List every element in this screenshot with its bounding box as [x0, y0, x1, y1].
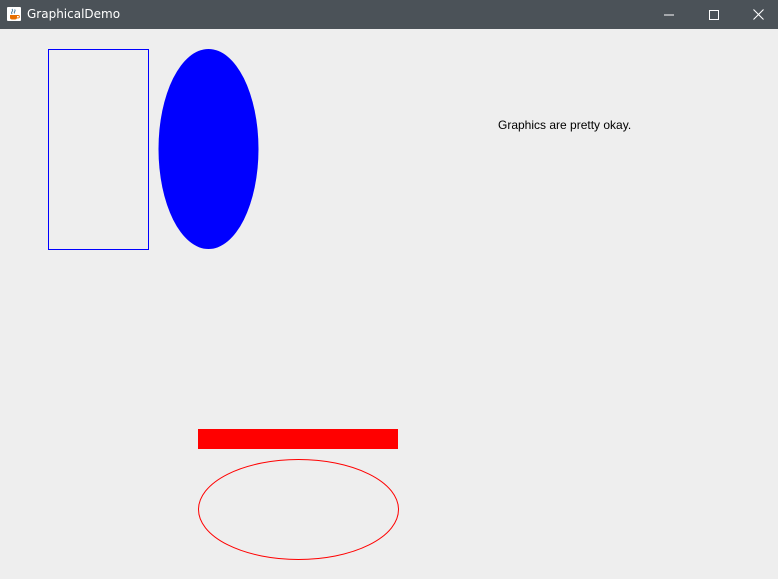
- filled-ellipse: [158, 49, 259, 249]
- outlined-rectangle: [48, 49, 149, 250]
- title-bar[interactable]: GraphicalDemo: [0, 0, 778, 29]
- maximize-icon: [708, 5, 719, 24]
- graphics-surface: [48, 49, 399, 560]
- minimize-button[interactable]: [646, 0, 691, 29]
- filled-bar: [198, 429, 398, 449]
- close-button[interactable]: [736, 0, 778, 29]
- maximize-button[interactable]: [691, 0, 736, 29]
- close-icon: [753, 5, 764, 24]
- application-window: GraphicalDemo Graphics are pretty okay.: [0, 0, 778, 579]
- minimize-icon: [663, 5, 674, 24]
- caption-text: Graphics are pretty okay.: [498, 118, 632, 132]
- drawing-canvas: Graphics are pretty okay.: [0, 29, 778, 579]
- outlined-ellipse: [198, 459, 399, 560]
- java-cup-icon[interactable]: [6, 6, 22, 22]
- window-title: GraphicalDemo: [27, 7, 121, 21]
